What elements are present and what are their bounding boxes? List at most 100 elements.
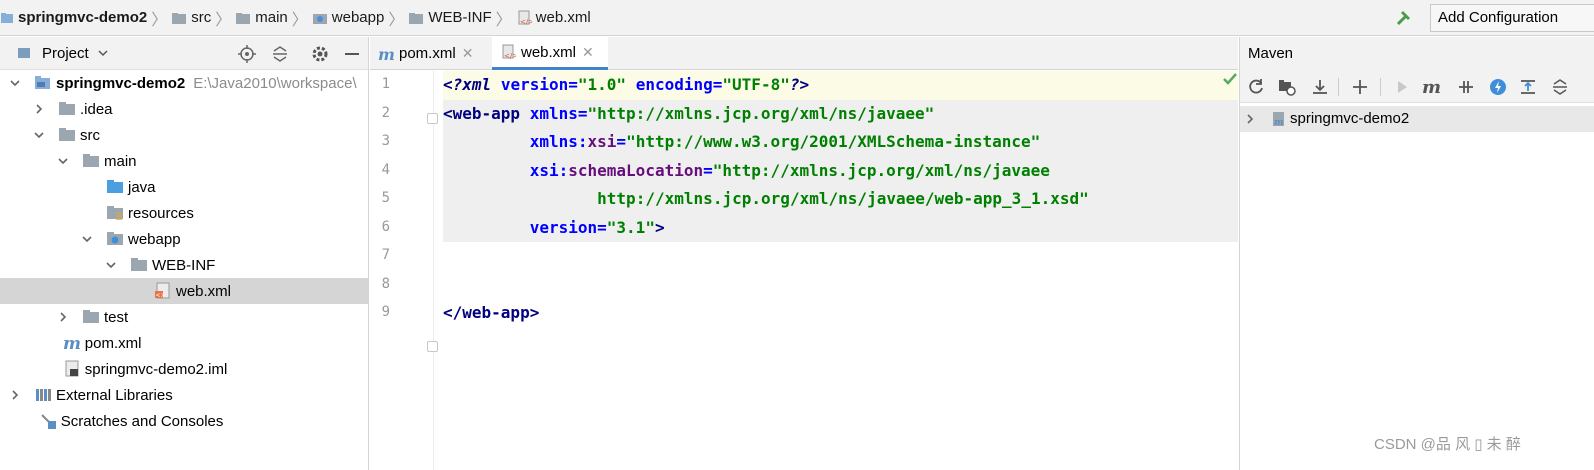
code-line: http://xmlns.jcp.org/xml/ns/javaee/web-a… <box>597 189 1089 208</box>
breadcrumb-webapp[interactable]: webapp 〉 <box>312 0 409 36</box>
tree-item-label: src <box>80 126 100 144</box>
close-tab-icon[interactable]: ✕ <box>582 44 594 61</box>
breadcrumb-separator: 〉 <box>151 11 168 29</box>
breadcrumb-src[interactable]: src 〉 <box>171 0 235 36</box>
tree-item-java[interactable]: java <box>0 174 368 200</box>
svg-text:m: m <box>1422 77 1441 97</box>
maven-module-icon: m <box>1270 110 1288 128</box>
tree-item-test[interactable]: test <box>0 304 368 330</box>
line-number: 4 <box>381 161 390 178</box>
tree-item-label: main <box>104 152 137 170</box>
chevron-right-icon[interactable] <box>8 388 22 402</box>
tree-item-label: .idea <box>80 100 113 118</box>
tree-item-main[interactable]: main <box>0 148 368 174</box>
tree-item-src[interactable]: src <box>0 122 368 148</box>
project-view-title[interactable]: Project <box>42 45 89 62</box>
tree-item-external-libraries[interactable]: External Libraries <box>0 382 368 408</box>
maven-project-node[interactable]: m springmvc-demo2 <box>1240 106 1594 132</box>
chevron-down-icon[interactable] <box>104 258 118 272</box>
collapse-all-icon[interactable] <box>270 44 290 64</box>
add-folder-reload-icon[interactable] <box>1277 77 1297 97</box>
breadcrumb-web-xml[interactable]: </> web.xml <box>516 0 591 36</box>
svg-text:m: m <box>63 334 81 352</box>
maven-toolbar: m <box>1240 70 1594 103</box>
chevron-down-icon[interactable] <box>8 76 22 90</box>
tab-web-xml[interactable]: </> web.xml ✕ <box>492 37 608 70</box>
module-folder-icon <box>34 74 52 92</box>
breadcrumb-web-inf[interactable]: WEB-INF 〉 <box>408 0 515 36</box>
code-area[interactable]: <?xml version="1.0" encoding="UTF-8"?> <w… <box>443 71 1238 470</box>
tree-item-label-text: springmvc-demo2 <box>56 74 186 92</box>
maven-tool-window: Maven m m springmvc-demo2 <box>1239 37 1594 470</box>
checkmark-icon <box>1222 71 1238 87</box>
tree-item-scratches-and-consoles[interactable]: Scratches and Consoles <box>0 408 368 434</box>
tree-item-label: webapp <box>128 230 181 248</box>
breadcrumb-separator: 〉 <box>495 11 512 29</box>
tree-item-web-inf[interactable]: WEB-INF <box>0 252 368 278</box>
xml-file-icon: </> <box>500 44 516 60</box>
tree-item-label: web.xml <box>176 282 232 300</box>
add-configuration-button[interactable]: Add Configuration <box>1430 4 1594 32</box>
code-line: xmlns:xsi="http://www.w3.org/2001/XMLSch… <box>529 132 1041 151</box>
plus-icon[interactable] <box>1350 77 1370 97</box>
minimize-icon[interactable] <box>343 44 361 64</box>
folder-icon <box>58 100 76 118</box>
chevron-down-icon[interactable] <box>97 47 109 59</box>
chevron-right-icon[interactable] <box>1243 112 1257 126</box>
navigation-bar: springmvc-demo2 〉 src 〉 main 〉 webapp 〉 … <box>0 0 1594 36</box>
breadcrumb-main[interactable]: main 〉 <box>235 0 312 36</box>
gear-icon[interactable] <box>310 44 330 64</box>
breadcrumb-project[interactable]: springmvc-demo2 〉 <box>0 0 171 36</box>
locate-target-icon[interactable] <box>237 44 257 64</box>
code-line: xsi:schemaLocation="http://xmlns.jcp.org… <box>529 160 1050 180</box>
chevron-right-icon[interactable] <box>56 310 70 324</box>
tree-item-pom-xml[interactable]: m pom.xml <box>0 330 368 356</box>
tree-item-springmvc-demo2[interactable]: springmvc-demo2 E:\Java2010\workspace\ <box>0 70 368 96</box>
svg-text:</>: </> <box>520 18 532 26</box>
resources-folder-icon <box>106 204 124 222</box>
tree-item-label: resources <box>128 204 194 222</box>
chevron-down-icon[interactable] <box>80 232 94 246</box>
collapse-all-icon[interactable] <box>1550 77 1570 97</box>
maven-goal-icon[interactable]: m <box>1422 77 1444 97</box>
line-number: 9 <box>381 304 390 320</box>
fold-marker-icon[interactable] <box>427 113 438 124</box>
svg-text:m: m <box>378 46 394 62</box>
tree-item-label: pom.xml <box>84 334 142 352</box>
fold-marker-icon[interactable] <box>427 341 438 352</box>
tree-item-label: WEB-INF <box>152 256 216 274</box>
tree-item-idea[interactable]: .idea <box>0 96 368 122</box>
tree-item-springmvc-demo2-iml[interactable]: springmvc-demo2.iml <box>0 356 368 382</box>
reload-icon[interactable] <box>1246 77 1266 97</box>
tree-item-web-xml[interactable]: <> web.xml <box>0 278 368 304</box>
run-icon[interactable] <box>1392 77 1412 97</box>
tree-item-resources[interactable]: resources <box>0 200 368 226</box>
tree-item-label: springmvc-demo2.iml <box>84 360 228 378</box>
project-panel-header: Project <box>0 37 368 70</box>
line-number: 1 <box>381 76 390 92</box>
line-number: 6 <box>381 218 390 235</box>
chevron-down-icon[interactable] <box>32 128 46 142</box>
chevron-right-icon[interactable] <box>32 102 46 116</box>
tree-item-webapp[interactable]: webapp <box>0 226 368 252</box>
tab-pom-xml[interactable]: m pom.xml ✕ <box>370 37 492 70</box>
close-tab-icon[interactable]: ✕ <box>462 45 474 62</box>
project-view-icon <box>16 45 32 61</box>
folder-icon <box>82 152 100 170</box>
toolbar-separator <box>1338 78 1339 96</box>
build-hammer-icon[interactable] <box>1394 8 1414 28</box>
folder-icon <box>408 11 424 25</box>
chevron-down-icon[interactable] <box>56 154 70 168</box>
line-number: 2 <box>381 104 390 121</box>
folder-icon <box>82 308 100 326</box>
line-number: 3 <box>381 133 390 149</box>
show-dependencies-icon[interactable] <box>1518 77 1538 97</box>
source-folder-icon <box>106 178 124 196</box>
scratches-icon <box>39 412 57 430</box>
skip-tests-icon[interactable] <box>1488 77 1508 97</box>
toggle-offline-icon[interactable] <box>1456 77 1476 97</box>
watermark: CSDN @品 风 ▯ 未 醉 <box>1374 436 1521 453</box>
folder-icon <box>235 11 251 25</box>
iml-file-icon <box>63 360 81 378</box>
download-icon[interactable] <box>1310 77 1330 97</box>
